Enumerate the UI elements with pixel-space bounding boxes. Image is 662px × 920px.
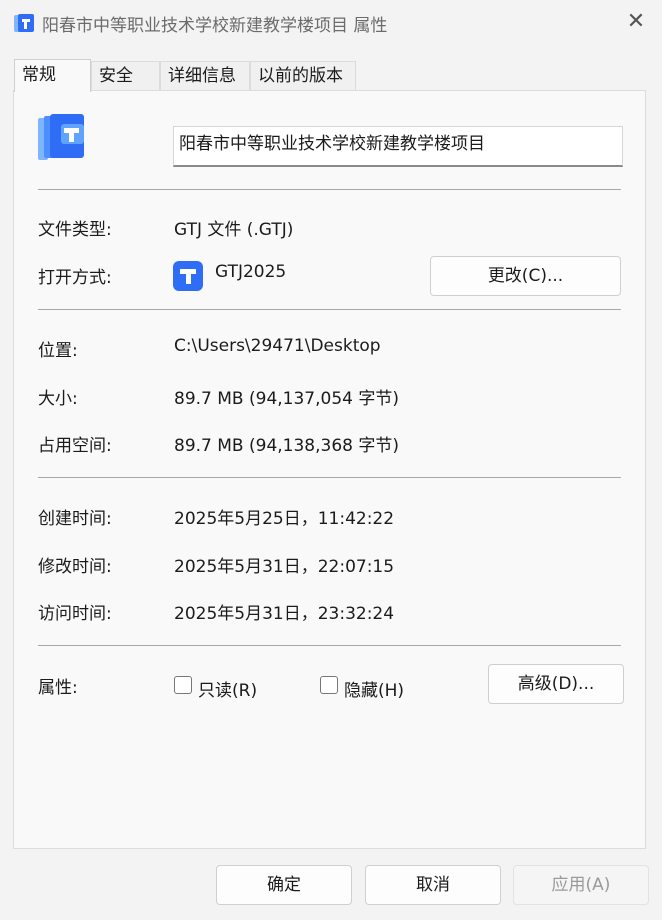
advanced-button[interactable]: 高级(D)... [488, 664, 624, 704]
opens-with-app-name: GTJ2025 [215, 262, 287, 282]
tab-security[interactable]: 安全 [91, 61, 160, 90]
hidden-checkbox[interactable] [320, 676, 338, 694]
file-type-value: GTJ 文件 (.GTJ) [174, 220, 294, 240]
tab-general[interactable]: 常规 [14, 59, 91, 92]
modified-value: 2025年5月31日，22:07:15 [174, 557, 395, 577]
close-icon: ✕ [626, 9, 646, 34]
size-on-disk-value: 89.7 MB (94,138,368 字节) [174, 436, 399, 456]
ok-button[interactable]: 确定 [216, 865, 352, 905]
location-value: C:\Users\29471\Desktop [174, 336, 381, 356]
gtj-file-icon [14, 14, 34, 32]
size-label: 大小: [38, 389, 78, 409]
opens-with-label: 打开方式: [38, 268, 112, 288]
tab-details[interactable]: 详细信息 [160, 61, 250, 90]
divider [38, 477, 621, 478]
accessed-label: 访问时间: [38, 604, 112, 624]
divider [38, 645, 621, 646]
tab-previous-versions[interactable]: 以前的版本 [250, 61, 356, 90]
divider [38, 309, 621, 310]
window-title: 阳春市中等职业技术学校新建教学楼项目 属性 [42, 16, 388, 36]
change-button[interactable]: 更改(C)... [430, 256, 621, 296]
cancel-button[interactable]: 取消 [365, 865, 501, 905]
readonly-checkbox[interactable] [174, 676, 192, 694]
modified-label: 修改时间: [38, 557, 112, 577]
general-panel [13, 90, 646, 849]
location-label: 位置: [38, 341, 78, 361]
hidden-label[interactable]: 隐藏(H) [344, 676, 404, 701]
close-button[interactable]: ✕ [618, 4, 654, 40]
file-name-input[interactable]: 阳春市中等职业技术学校新建教学楼项目 [173, 126, 623, 167]
gtj-app-icon [173, 261, 203, 291]
created-value: 2025年5月25日，11:42:22 [174, 509, 395, 529]
readonly-label[interactable]: 只读(R) [198, 676, 257, 701]
attributes-label: 属性: [38, 678, 78, 698]
divider [38, 189, 621, 190]
title-bar: 阳春市中等职业技术学校新建教学楼项目 属性 ✕ [0, 0, 662, 44]
created-label: 创建时间: [38, 509, 112, 529]
file-type-label: 文件类型: [38, 220, 112, 240]
size-on-disk-label: 占用空间: [38, 436, 112, 456]
accessed-value: 2025年5月31日，23:32:24 [174, 604, 395, 624]
gtj-file-large-icon [38, 114, 84, 160]
apply-button[interactable]: 应用(A) [513, 865, 649, 905]
size-value: 89.7 MB (94,137,054 字节) [174, 389, 399, 409]
